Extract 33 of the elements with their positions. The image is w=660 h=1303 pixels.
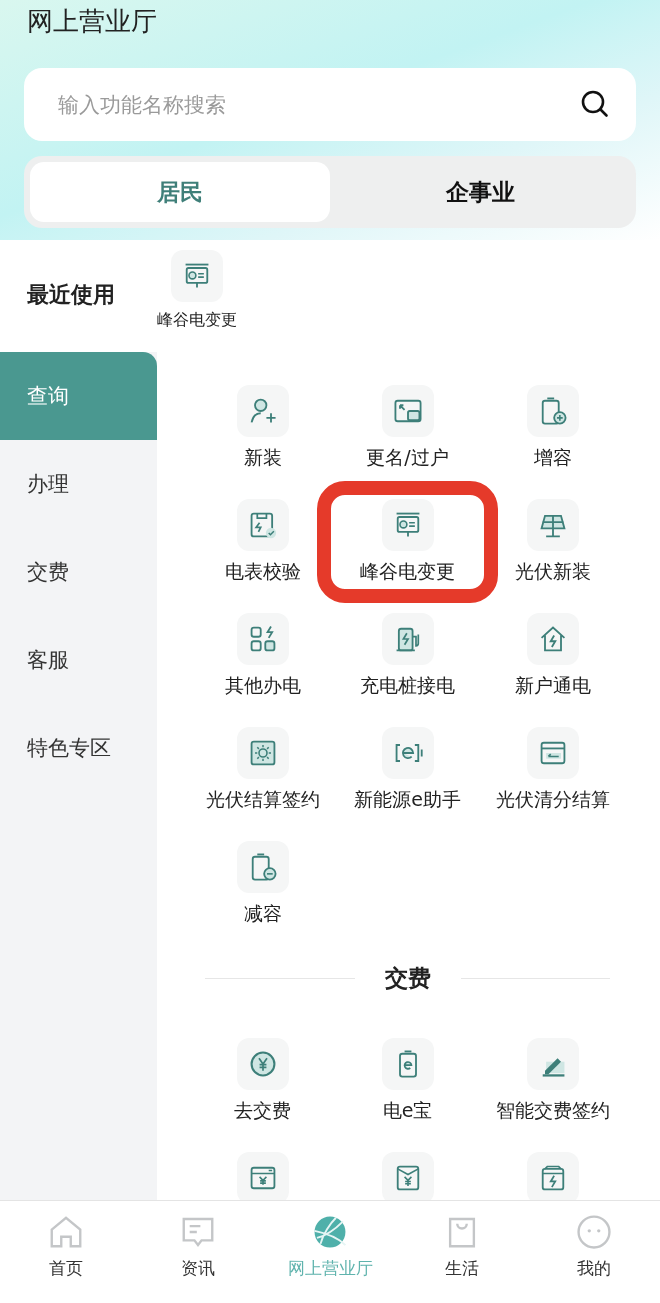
shortcut-label[interactable]: 峰谷电变更 <box>157 310 237 331</box>
nav-item[interactable]: 资讯 <box>132 1201 264 1303</box>
service-label[interactable]: 更名/过户 <box>366 445 449 471</box>
service-label[interactable]: 光伏结算签约 <box>205 787 320 813</box>
service-label[interactable]: 新户通电 <box>514 673 591 699</box>
search-field[interactable]: 输入功能名称搜索 <box>24 68 636 141</box>
service-label[interactable]: 增容 <box>533 445 572 471</box>
sidebar-item[interactable]: 交费 <box>0 528 157 616</box>
service-label[interactable]: 电表校验 <box>224 559 301 585</box>
service-label[interactable]: 电e宝 <box>382 1098 433 1124</box>
page-title: 网上营业厅 <box>26 5 158 38</box>
service-label[interactable]: 新能源e助手 <box>354 787 461 813</box>
nav-item[interactable]: 我的 <box>528 1201 660 1303</box>
nav-item[interactable]: 生活 <box>396 1201 528 1303</box>
service-label[interactable]: 新装 <box>243 445 282 471</box>
sidebar-item[interactable]: 办理 <box>0 440 157 528</box>
service-label[interactable]: 峰谷电变更 <box>360 559 455 585</box>
service-label[interactable]: 充电桩接电 <box>360 673 455 699</box>
service-label[interactable]: 光伏新装 <box>514 559 591 585</box>
search-icon[interactable] <box>580 89 610 119</box>
section-title: 最近使用 <box>27 281 116 309</box>
sidebar-item[interactable]: 特色专区 <box>0 704 157 792</box>
face-icon <box>575 1213 613 1251</box>
service-label[interactable]: 去交费 <box>234 1098 291 1124</box>
nav-item[interactable]: 首页 <box>0 1201 132 1303</box>
service-label[interactable]: 光伏清分结算 <box>495 787 610 813</box>
tab[interactable]: 企事业 <box>330 162 630 222</box>
service-label[interactable]: 其他办电 <box>224 673 301 699</box>
tab[interactable]: 居民 <box>30 162 330 222</box>
sidebar-item[interactable]: 客服 <box>0 616 157 704</box>
service-label[interactable]: 减容 <box>243 901 282 927</box>
section-title: 交费 <box>384 964 431 993</box>
service-label[interactable]: 智能交费签约 <box>495 1098 610 1124</box>
